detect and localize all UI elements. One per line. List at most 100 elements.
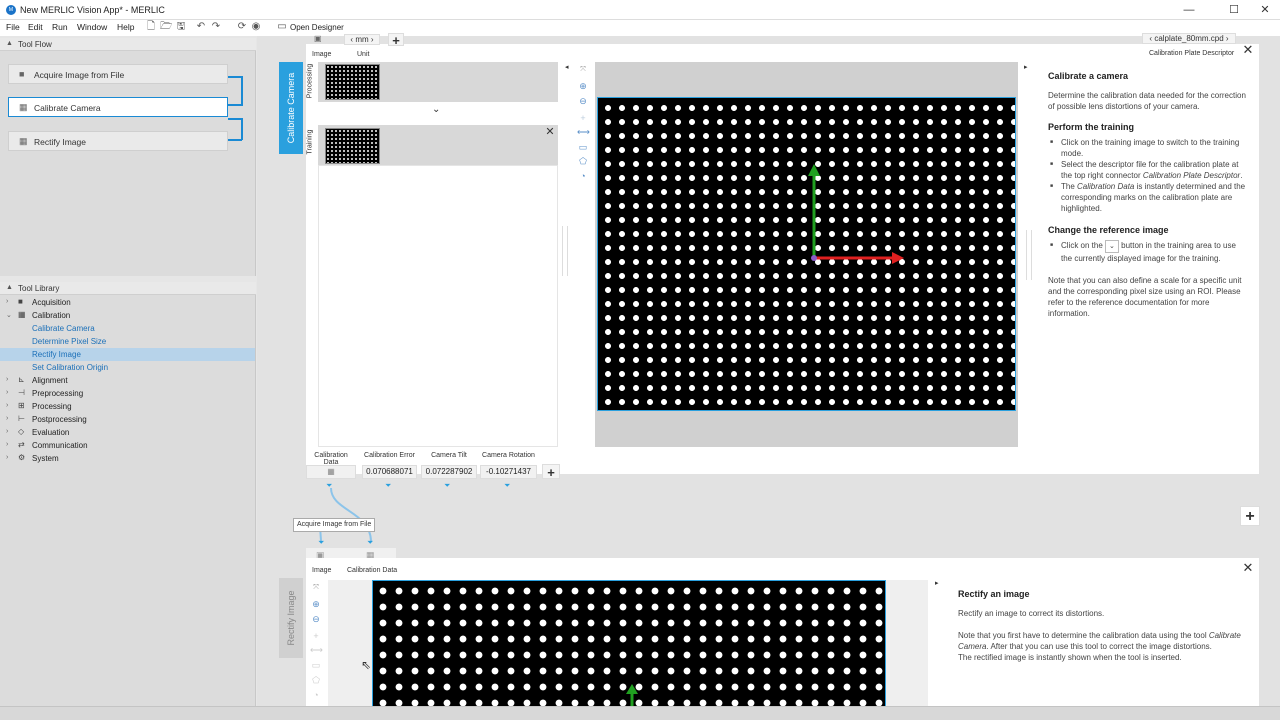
expand-arrow-icon: › [6, 428, 9, 435]
crosshair-icon[interactable]: + [310, 631, 322, 641]
help-intro: Rectify an image to correct its distorti… [958, 609, 1105, 618]
undo-icon[interactable]: ↶ [195, 21, 207, 33]
line-roi-icon[interactable]: ⟷ [310, 645, 323, 656]
descriptor-file-selector[interactable]: ‹ calplate_80mm.cpd › [1142, 33, 1236, 44]
library-item-calibration[interactable]: ⌄ ▦ Calibration [0, 309, 255, 322]
splitter-handle[interactable] [1026, 230, 1032, 280]
calibration-grid-icon: ▦ [18, 310, 26, 319]
menu-edit[interactable]: Edit [28, 22, 43, 32]
zoom-in-icon[interactable]: ⊕ [310, 599, 322, 610]
close-tool-icon[interactable]: ✕ [1241, 42, 1255, 58]
open-designer-button[interactable]: Open Designer [290, 23, 344, 32]
library-item-processing[interactable]: › ⊞ Processing [0, 400, 255, 413]
library-item-determine-pixel-size[interactable]: Determine Pixel Size [0, 335, 255, 348]
redo-icon[interactable]: ↷ [210, 21, 222, 33]
tool-flow-header[interactable]: ▲ Tool Flow [0, 38, 256, 51]
library-item-system[interactable]: › ⚙ System [0, 452, 255, 465]
menu-help[interactable]: Help [117, 22, 134, 32]
library-item-set-calibration-origin[interactable]: Set Calibration Origin [0, 361, 255, 374]
zoom-out-icon[interactable]: ⊖ [577, 96, 589, 107]
calibration-grid-icon: ▦ [19, 102, 28, 112]
flow-connector [228, 104, 242, 106]
library-item-communication[interactable]: › ⇄ Communication [0, 439, 255, 452]
result-label: Camera Rotation [482, 452, 535, 459]
expand-arrow-icon: › [6, 454, 9, 461]
camera-tilt-output[interactable]: 0.072287902 [421, 465, 477, 479]
add-input-button[interactable]: + [388, 33, 404, 47]
output-connector-icon[interactable]: ⏷ [444, 481, 450, 491]
preprocessing-icon: ⊣ [18, 388, 25, 397]
collapse-right-icon[interactable]: ▸ [935, 579, 939, 587]
library-item-calibrate-camera[interactable]: Calibrate Camera [0, 322, 255, 335]
output-connector-icon[interactable]: ⏷ [504, 481, 510, 491]
polygon-roi-icon[interactable]: ⬠ [310, 675, 322, 686]
postprocessing-icon: ⊢ [18, 414, 25, 423]
polygon-roi-icon[interactable]: ⬠ [577, 156, 589, 167]
processing-thumbnail[interactable] [325, 64, 380, 100]
circle-roi-icon[interactable]: ◔ [577, 171, 589, 181]
rectify-help-panel: Rectify an image Rectify an image to cor… [958, 589, 1248, 663]
unit-selector[interactable]: ‹ mm › [344, 34, 380, 45]
open-file-icon[interactable]: 🗁 [160, 21, 172, 33]
tab-rectify-image[interactable]: Rectify Image [279, 578, 303, 658]
designer-icon[interactable]: ▭ [276, 21, 288, 33]
rectangle-roi-icon[interactable]: ▭ [310, 660, 322, 671]
help-training-title: Perform the training [1048, 122, 1135, 132]
close-tool-icon[interactable]: ✕ [1241, 560, 1255, 576]
minimize-button[interactable]: — [1174, 2, 1204, 18]
tool-library-header[interactable]: ▲ Tool Library [0, 282, 256, 295]
maximize-button[interactable]: ☐ [1219, 2, 1249, 18]
status-bar [0, 706, 1280, 720]
zoom-out-icon[interactable]: ⊖ [310, 614, 322, 625]
run-icon[interactable]: ⟳ [236, 21, 248, 33]
tab-calibrate-camera[interactable]: Calibrate Camera [279, 62, 303, 154]
camera-icon: ■ [19, 69, 25, 79]
expand-arrow-icon: › [6, 402, 9, 409]
add-tool-button[interactable]: + [1240, 506, 1260, 526]
training-thumbnail[interactable] [325, 128, 380, 164]
library-item-postprocessing[interactable]: › ⊢ Postprocessing [0, 413, 255, 426]
collapse-left-icon[interactable]: ◂ [565, 63, 569, 71]
flow-item-acquire-image[interactable]: ■ Acquire Image from File [8, 64, 228, 84]
zoom-in-icon[interactable]: ⊕ [577, 81, 589, 92]
library-item-rectify-image[interactable]: Rectify Image [0, 348, 255, 361]
circle-roi-icon[interactable]: ◔ [310, 690, 322, 700]
help-title: Rectify an image [958, 589, 1030, 599]
flow-item-rectify-image[interactable]: ▦ Rectify Image [8, 131, 228, 151]
menu-window[interactable]: Window [77, 22, 107, 32]
menu-run[interactable]: Run [52, 22, 68, 32]
close-window-button[interactable]: ✕ [1250, 2, 1280, 18]
add-output-button[interactable]: + [542, 464, 560, 480]
help-bullet: Click on the training image to switch to… [1048, 137, 1248, 159]
splitter-handle[interactable] [562, 226, 568, 276]
fit-icon[interactable]: ⤧ [310, 584, 322, 592]
calibration-data-input-label: Calibration Data [347, 567, 398, 574]
close-training-icon[interactable]: ✕ [543, 125, 557, 138]
line-roi-icon[interactable]: ⟷ [577, 127, 590, 138]
flow-connector [228, 118, 242, 120]
x-axis-arrowhead [892, 252, 904, 264]
crosshair-icon[interactable]: + [577, 113, 589, 123]
collapse-arrow-icon: ⌄ [6, 312, 12, 319]
expand-arrow-icon: › [6, 389, 9, 396]
alignment-icon: ⊾ [18, 375, 25, 384]
input-connector-icon[interactable]: ⏷ [367, 538, 373, 548]
input-connector-icon[interactable]: ⏷ [318, 538, 324, 548]
image-input-icon[interactable]: ▣ [314, 34, 328, 44]
new-file-icon[interactable]: 🗋 [145, 21, 157, 33]
collapse-right-icon[interactable]: ▸ [1024, 63, 1028, 71]
library-item-preprocessing[interactable]: › ⊣ Preprocessing [0, 387, 255, 400]
menu-file[interactable]: File [6, 22, 20, 32]
flow-item-calibrate-camera[interactable]: ▦ Calibrate Camera [8, 97, 228, 117]
chevron-down-icon[interactable]: ⌄ [432, 104, 440, 115]
calibration-error-output[interactable]: 0.070688071 [362, 465, 417, 479]
run-continuous-icon[interactable]: ◉ [250, 21, 262, 33]
fit-icon[interactable]: ⤧ [577, 66, 589, 74]
camera-rotation-output[interactable]: -0.10271437 [480, 465, 537, 479]
save-icon[interactable]: 🖫 [175, 21, 187, 33]
library-item-acquisition[interactable]: › ■ Acquisition [0, 296, 255, 309]
library-item-evaluation[interactable]: › ◇ Evaluation [0, 426, 255, 439]
library-item-alignment[interactable]: › ⊾ Alignment [0, 374, 255, 387]
calibration-data-output[interactable]: ▦ [306, 465, 356, 479]
rectangle-roi-icon[interactable]: ▭ [577, 142, 589, 153]
